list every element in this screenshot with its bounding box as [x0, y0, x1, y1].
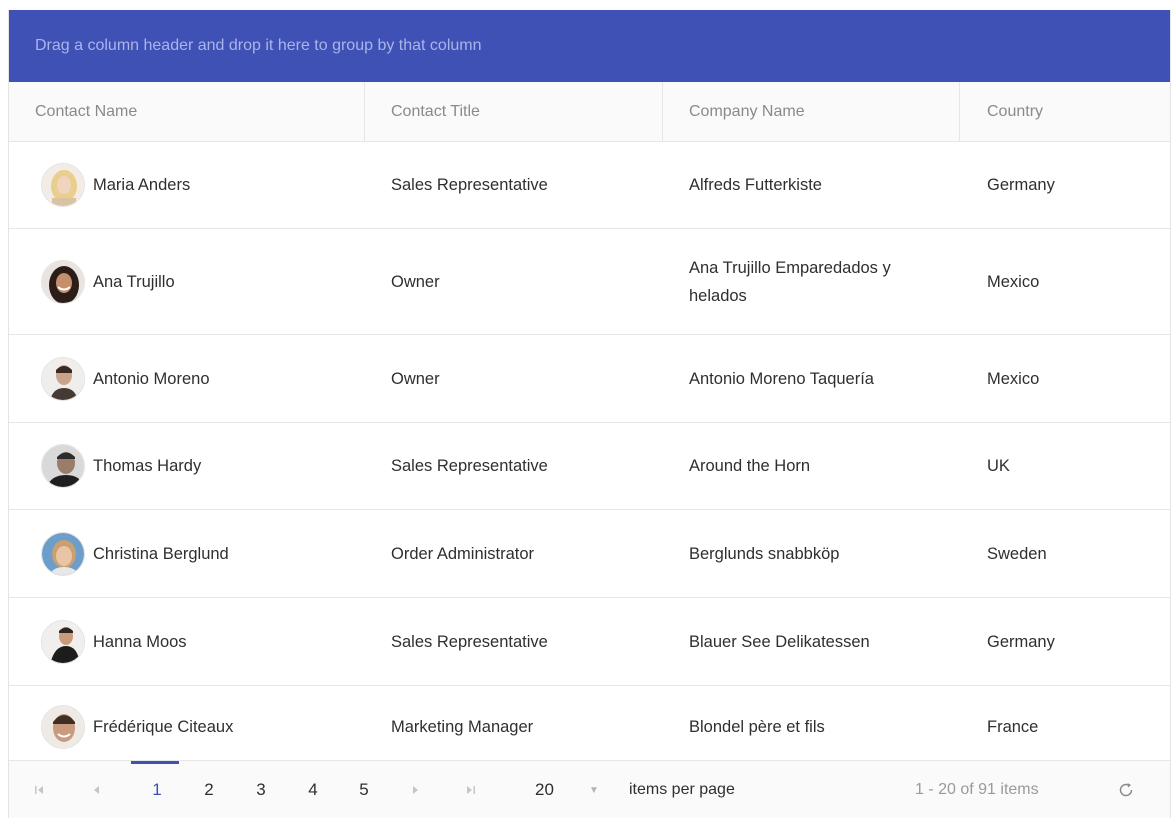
- company-name-cell: Ana Trujillo Emparedados y helados: [689, 258, 891, 305]
- column-header-label: Company Name: [689, 102, 805, 120]
- page-size-value: 20: [535, 780, 554, 799]
- table-row[interactable]: Hanna Moos Sales Representative Blauer S…: [9, 598, 1170, 686]
- company-name-cell: Blondel père et fils: [689, 718, 825, 736]
- group-panel-hint: Drag a column header and drop it here to…: [35, 37, 482, 54]
- company-name-cell: Antonio Moreno Taquería: [689, 369, 874, 388]
- column-header-label: Country: [987, 102, 1044, 120]
- avatar: [41, 619, 85, 664]
- contact-title-cell: Sales Representative: [391, 632, 548, 651]
- avatar: [41, 444, 85, 488]
- column-header-label: Contact Name: [35, 102, 138, 120]
- page-button-1[interactable]: 1: [145, 761, 169, 818]
- contact-title-cell: Sales Representative: [391, 176, 548, 194]
- contact-name: Thomas Hardy: [93, 457, 202, 475]
- column-header-country[interactable]: Country: [960, 82, 1170, 141]
- column-header-company-name[interactable]: Company Name: [663, 82, 960, 141]
- avatar: [41, 259, 85, 304]
- country-cell: Mexico: [987, 369, 1040, 388]
- group-panel[interactable]: Drag a column header and drop it here to…: [9, 10, 1170, 82]
- contact-name: Frédérique Citeaux: [93, 718, 234, 736]
- column-header-contact-title[interactable]: Contact Title: [365, 82, 663, 141]
- pager-info: 1 - 20 of 91 items: [915, 781, 1039, 798]
- avatar: [41, 531, 85, 576]
- contact-title-cell: Owner: [391, 272, 440, 291]
- contact-name-cell: Ana Trujillo: [41, 229, 361, 334]
- page-button-5[interactable]: 5: [352, 761, 376, 818]
- company-name-cell: Around the Horn: [689, 457, 811, 475]
- column-header-contact-name[interactable]: Contact Name: [9, 82, 365, 141]
- next-page-icon[interactable]: [403, 761, 427, 818]
- table-row[interactable]: Thomas Hardy Sales Representative Around…: [9, 423, 1170, 510]
- country-cell: UK: [987, 457, 1010, 475]
- table-row[interactable]: Frédérique Citeaux Marketing Manager Blo…: [9, 686, 1170, 760]
- company-name-cell: Blauer See Delikatessen: [689, 632, 870, 651]
- country-cell: Germany: [987, 176, 1055, 194]
- column-header-label: Contact Title: [391, 102, 480, 120]
- grid-body: Maria Anders Sales Representative Alfred…: [9, 142, 1170, 760]
- contact-name: Maria Anders: [93, 176, 191, 194]
- data-grid: Drag a column header and drop it here to…: [8, 10, 1171, 818]
- contact-title-cell: Marketing Manager: [391, 718, 534, 736]
- country-cell: Germany: [987, 632, 1055, 651]
- country-cell: Mexico: [987, 272, 1040, 291]
- country-cell: France: [987, 718, 1039, 736]
- last-page-icon[interactable]: [459, 761, 483, 818]
- table-row[interactable]: Antonio Moreno Owner Antonio Moreno Taqu…: [9, 335, 1170, 423]
- contact-title-cell: Order Administrator: [391, 544, 535, 563]
- contact-name-cell: Thomas Hardy: [41, 423, 361, 509]
- contact-name-cell: Frédérique Citeaux: [41, 682, 361, 760]
- avatar: [41, 356, 85, 401]
- table-row[interactable]: Maria Anders Sales Representative Alfred…: [9, 142, 1170, 229]
- contact-name: Hanna Moos: [93, 632, 187, 651]
- first-page-icon[interactable]: [27, 761, 51, 818]
- page-button-3[interactable]: 3: [249, 761, 273, 818]
- company-name-cell: Berglunds snabbköp: [689, 544, 840, 563]
- contact-title-cell: Owner: [391, 369, 440, 388]
- contact-name: Antonio Moreno: [93, 369, 210, 388]
- refresh-icon[interactable]: [1114, 761, 1138, 818]
- chevron-down-icon: ▼: [589, 784, 599, 796]
- contact-name-cell: Maria Anders: [41, 142, 361, 228]
- page-button-4[interactable]: 4: [301, 761, 325, 818]
- contact-title-cell: Sales Representative: [391, 457, 548, 475]
- page-button-2[interactable]: 2: [197, 761, 221, 818]
- contact-name-cell: Antonio Moreno: [41, 335, 361, 422]
- company-name-cell: Alfreds Futterkiste: [689, 176, 822, 194]
- table-row[interactable]: Christina Berglund Order Administrator B…: [9, 510, 1170, 598]
- page-size-dropdown[interactable]: 20 ▼: [525, 773, 603, 807]
- contact-name: Ana Trujillo: [93, 272, 175, 291]
- country-cell: Sweden: [987, 544, 1047, 563]
- items-per-page-label: items per page: [629, 781, 735, 798]
- grid-header: Contact Name Contact Title Company Name …: [9, 82, 1170, 142]
- avatar: [41, 163, 85, 207]
- previous-page-icon[interactable]: [85, 761, 109, 818]
- contact-name-cell: Hanna Moos: [41, 598, 361, 685]
- contact-name-cell: Christina Berglund: [41, 510, 361, 597]
- contact-name: Christina Berglund: [93, 544, 229, 563]
- avatar: [41, 705, 85, 749]
- pager: 1 2 3 4 5 20 ▼ items per page 1 - 20 of …: [9, 760, 1170, 818]
- table-row[interactable]: Ana Trujillo Owner Ana Trujillo Empareda…: [9, 229, 1170, 335]
